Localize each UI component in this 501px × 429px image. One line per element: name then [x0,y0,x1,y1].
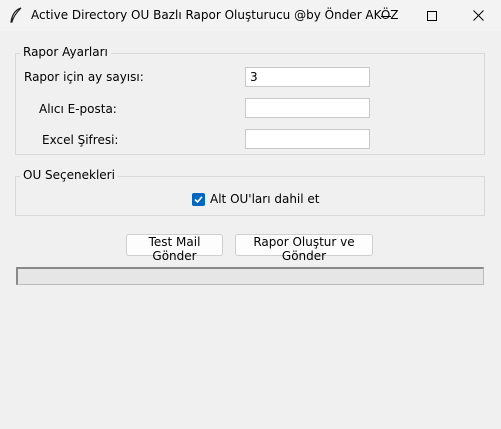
months-input[interactable] [245,67,370,87]
close-icon [472,10,484,21]
window-title: Active Directory OU Bazlı Rapor Oluşturu… [31,8,399,22]
ou-options-legend: OU Seçenekleri [20,168,118,182]
progress-bar [16,267,484,285]
excel-password-input[interactable] [245,129,370,149]
minimize-icon [381,15,391,17]
report-settings-legend: Rapor Ayarları [20,45,111,59]
maximize-button[interactable] [409,0,455,31]
password-label: Excel Şifresi: [42,133,119,147]
include-sub-ous-checkbox[interactable] [192,193,205,206]
email-label: Alıcı E-posta: [39,102,117,116]
include-sub-ous-label[interactable]: Alt OU'ları dahil et [210,192,320,206]
feather-icon [10,7,22,23]
checkmark-icon [194,196,203,204]
title-bar[interactable]: Active Directory OU Bazlı Rapor Oluşturu… [0,0,501,31]
maximize-icon [427,10,437,21]
close-button[interactable] [455,0,501,31]
test-mail-button[interactable]: Test Mail Gönder [126,234,223,263]
minimize-button[interactable] [363,0,409,31]
email-input[interactable] [245,98,370,118]
months-label: Rapor için ay sayısı: [24,70,144,84]
create-and-send-report-button[interactable]: Rapor Oluştur ve Gönder [235,234,373,263]
